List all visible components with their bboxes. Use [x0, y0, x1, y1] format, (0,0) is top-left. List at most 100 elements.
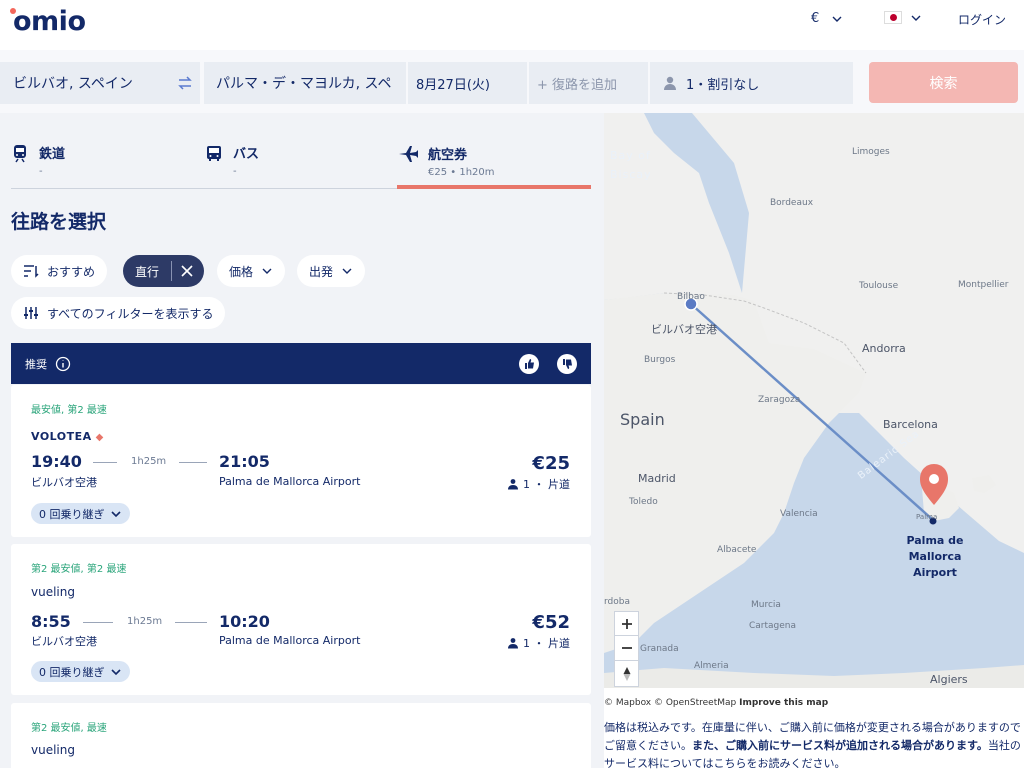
flight-card[interactable]: 最安値, 第2 最速 VOLOTEA ◆ 19:40 1h25m 21:05 ビ… — [11, 385, 591, 537]
train-icon — [14, 145, 26, 163]
price-info: 1 ・ 片道 — [507, 476, 570, 492]
tab-bus-sub: - — [233, 166, 237, 177]
all-filters-label: すべてのフィルターを表示する — [47, 306, 214, 321]
price-info-label: 1 ・ 片道 — [523, 637, 570, 650]
flight-card[interactable]: 第2 最安値, 最速 vueling — [11, 703, 591, 783]
thumbs-down-icon[interactable] — [557, 353, 577, 374]
omio-logo[interactable]: omio — [13, 6, 86, 37]
arrival-time: 10:20 — [219, 612, 270, 631]
bus-icon — [207, 146, 221, 161]
sliders-icon — [24, 307, 38, 319]
tab-bus[interactable]: バス - — [205, 143, 259, 177]
close-icon[interactable] — [180, 264, 194, 278]
map-label: Cartagena — [749, 621, 797, 631]
map-attribution: © Mapbox © OpenStreetMap Improve this ma… — [604, 698, 828, 708]
chip-divider — [171, 261, 173, 281]
arrival-station: Palma de Mallorca Airport — [219, 475, 361, 488]
price-filter-chip[interactable]: 価格 — [217, 255, 286, 287]
duration-line — [93, 462, 117, 463]
person-icon — [508, 479, 518, 490]
map-label: Biscay — [610, 168, 652, 181]
price: €52 — [532, 612, 570, 633]
duration-line — [175, 622, 207, 623]
stops-badge[interactable]: 0 回乗り継ぎ — [31, 503, 130, 524]
passenger-field[interactable]: 1・割引なし — [650, 62, 853, 104]
chevron-down-icon[interactable] — [910, 12, 922, 24]
currency-selector[interactable]: € — [811, 11, 843, 26]
vueling-logo: vueling — [31, 743, 75, 757]
date-field[interactable]: 8月27日(火) — [408, 62, 527, 104]
login-link[interactable]: ログイン — [958, 11, 1006, 28]
origin-field[interactable]: ビルバオ, スペイン — [0, 62, 200, 104]
destination-label-line1: Palma de — [906, 534, 964, 547]
recommended-label: 推奨 — [25, 357, 47, 371]
route-map[interactable]: Bay of Biscay Limoges Bordeaux Toulouse … — [604, 113, 1024, 688]
recommended-header: 推奨 — [11, 343, 591, 384]
plane-icon — [399, 146, 418, 162]
attribution-text: © Mapbox © OpenStreetMap — [604, 698, 737, 708]
departure-time: 19:40 — [31, 452, 82, 471]
japan-flag-icon[interactable] — [884, 11, 902, 24]
map-label: Andorra — [862, 342, 906, 355]
currency-label: € — [811, 11, 820, 26]
thumbs-up-icon[interactable] — [519, 353, 539, 374]
plus-icon — [621, 618, 632, 629]
chevron-down-icon — [110, 668, 121, 675]
duration-line — [83, 622, 113, 623]
sort-chip[interactable]: おすすめ — [11, 255, 108, 287]
duration-line — [179, 462, 207, 463]
map-label: Granada — [640, 644, 679, 654]
destination-airport-label: Palma de Mallorca Airport — [886, 533, 984, 581]
map-label: Madrid — [638, 472, 676, 485]
map-label: Toledo — [629, 497, 658, 507]
tab-train[interactable]: 鉄道 - — [11, 143, 65, 177]
tab-selected-indicator — [397, 185, 591, 189]
all-filters-chip[interactable]: すべてのフィルターを表示する — [11, 297, 226, 329]
zoom-out-button[interactable] — [614, 636, 639, 661]
improve-map-link[interactable]: Improve this map — [739, 698, 828, 708]
map-label-country: Spain — [620, 410, 665, 429]
depart-filter-chip[interactable]: 出発 — [297, 255, 366, 287]
stops-badge[interactable]: 0 回乗り継ぎ — [31, 661, 130, 682]
duration: 1h25m — [131, 456, 167, 467]
destination-field[interactable]: パルマ・デ・マヨルカ, スペ — [204, 62, 406, 104]
swap-icon[interactable] — [176, 74, 194, 92]
header: omio € ログイン — [0, 0, 1024, 50]
map-label: Albacete — [717, 545, 757, 555]
map-label: Bay of — [610, 149, 651, 162]
chevron-down-icon — [262, 268, 272, 274]
arrival-time: 21:05 — [219, 452, 270, 471]
map-label: rdoba — [604, 597, 630, 607]
info-icon[interactable] — [55, 356, 71, 372]
zoom-in-button[interactable] — [614, 611, 639, 636]
compass-button[interactable] — [614, 661, 639, 687]
direct-filter-chip[interactable]: 直行 — [123, 255, 205, 287]
departure-station: ビルバオ空港 — [31, 476, 97, 489]
direct-label: 直行 — [135, 264, 160, 279]
map-land — [604, 113, 1024, 688]
search-button[interactable]: 検索 — [869, 62, 1018, 103]
price-info: 1 ・ 片道 — [507, 635, 570, 651]
price-filter-label: 価格 — [229, 264, 254, 279]
map-label: Algiers — [930, 673, 968, 686]
map-label: Almeria — [694, 661, 729, 671]
flight-card[interactable]: 第2 最安値, 第2 最速 vueling 8:55 1h25m 10:20 ビ… — [11, 544, 591, 695]
map-label: Montpellier — [958, 280, 1009, 290]
tab-train-label: 鉄道 — [39, 147, 66, 162]
result-tag: 第2 最安値, 第2 最速 — [31, 564, 127, 575]
departure-time: 8:55 — [31, 612, 71, 631]
passenger-label: 1・割引なし — [686, 77, 760, 93]
chevron-down-icon — [342, 268, 352, 274]
minus-icon — [621, 647, 632, 649]
return-field[interactable]: + 復路を追加 — [529, 62, 648, 104]
tab-flights[interactable]: 航空券 €25 • 1h20m — [398, 144, 495, 178]
arrival-station: Palma de Mallorca Airport — [219, 634, 361, 647]
map-label: Bordeaux — [770, 198, 814, 208]
sort-label: おすすめ — [47, 264, 96, 279]
price-info-label: 1 ・ 片道 — [523, 478, 570, 491]
price: €25 — [532, 453, 570, 474]
map-label: Limoges — [852, 147, 890, 157]
destination-label-line2: Mallorca Airport — [908, 550, 962, 579]
sort-icon — [24, 265, 39, 278]
map-label: Toulouse — [859, 281, 899, 291]
